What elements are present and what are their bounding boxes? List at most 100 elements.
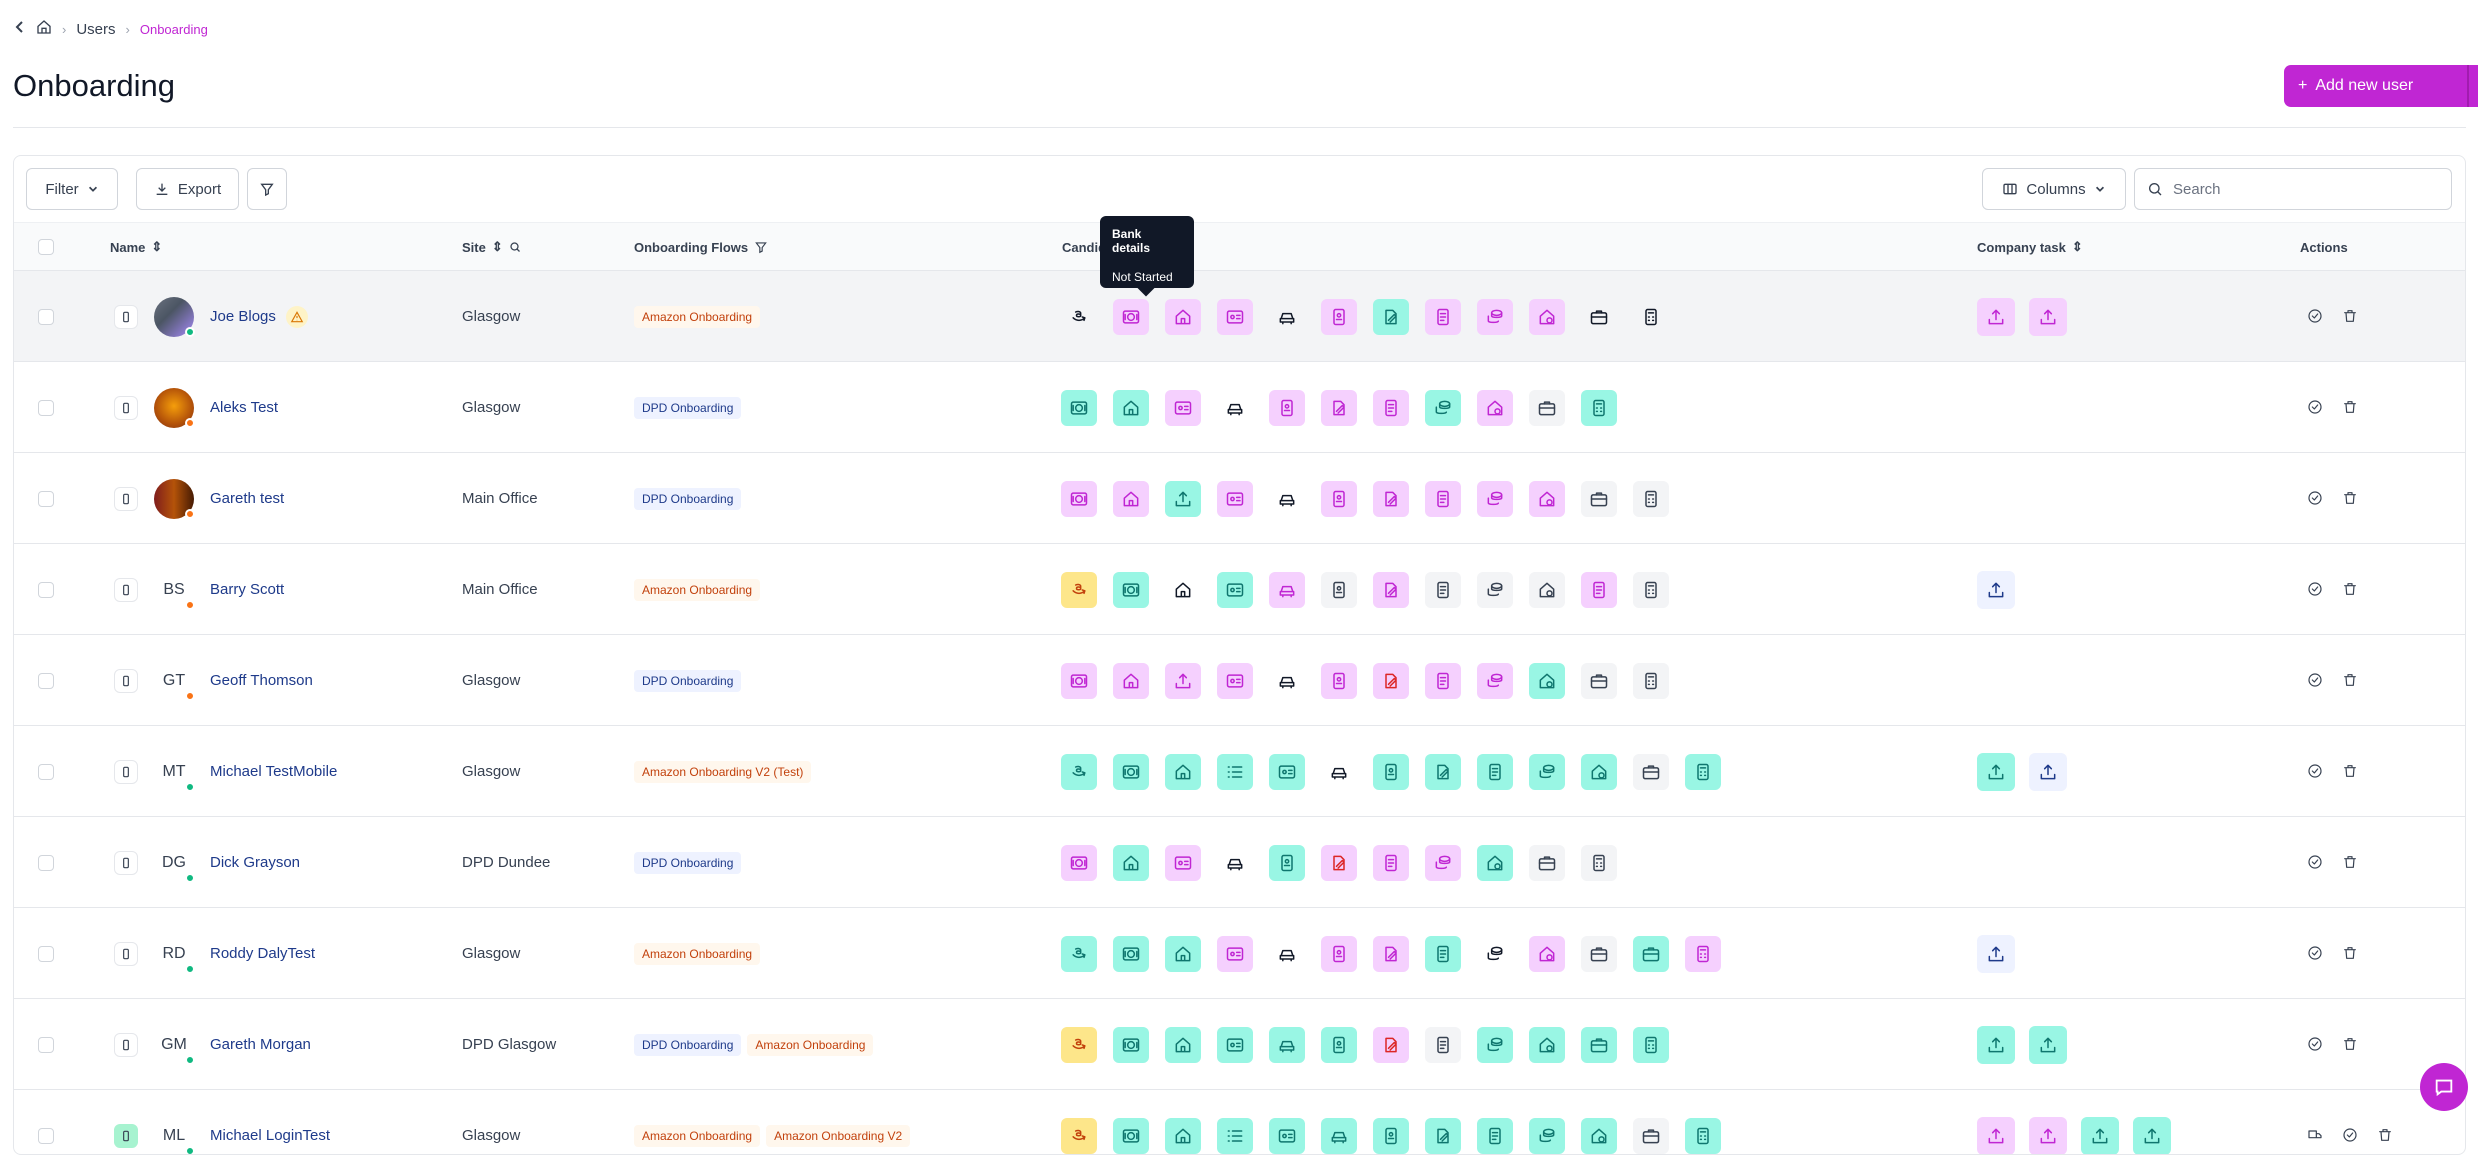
delete-icon[interactable] <box>2339 669 2361 691</box>
paper-task-icon[interactable] <box>1373 390 1409 426</box>
calc-task-icon[interactable] <box>1633 1027 1669 1063</box>
sort-icon[interactable]: ⇕ <box>151 239 162 255</box>
idcard-task-icon[interactable] <box>1217 299 1253 335</box>
sign-task-icon[interactable] <box>1373 572 1409 608</box>
coins-task-icon[interactable] <box>1425 390 1461 426</box>
idcard-task-icon[interactable] <box>1165 845 1201 881</box>
calc-task-icon[interactable] <box>1685 1118 1721 1154</box>
house2-task-icon[interactable] <box>1529 572 1565 608</box>
bank-task-icon[interactable] <box>1113 572 1149 608</box>
row-checkbox[interactable] <box>38 855 54 871</box>
brief-task-icon[interactable] <box>1581 299 1617 335</box>
home-task-icon[interactable] <box>1165 936 1201 972</box>
row-checkbox[interactable] <box>38 946 54 962</box>
bank-task-icon[interactable] <box>1061 845 1097 881</box>
add-new-user-button[interactable]: + Add new user <box>2284 65 2467 107</box>
coins-task-icon[interactable] <box>1477 1027 1513 1063</box>
upload-task-icon[interactable] <box>1977 1026 2015 1064</box>
column-name[interactable]: Name⇕ <box>110 223 162 271</box>
back-icon[interactable] <box>14 20 26 38</box>
advanced-filter-button[interactable] <box>247 168 287 210</box>
car-task-icon[interactable] <box>1269 1027 1305 1063</box>
paper-task-icon[interactable] <box>1425 663 1461 699</box>
amazon-task-icon[interactable] <box>1061 572 1097 608</box>
car-task-icon[interactable] <box>1217 390 1253 426</box>
table-row[interactable]: DG Dick Grayson DPD DundeeDPD Onboarding <box>14 816 2465 907</box>
home-task-icon[interactable] <box>1113 481 1149 517</box>
user-name-link[interactable]: Dick Grayson <box>210 854 300 871</box>
idcard-task-icon[interactable] <box>1217 481 1253 517</box>
delete-icon[interactable] <box>2339 578 2361 600</box>
sign-task-icon[interactable] <box>1373 936 1409 972</box>
calc-task-icon[interactable] <box>1685 754 1721 790</box>
idcard-task-icon[interactable] <box>1217 572 1253 608</box>
table-row[interactable]: GT Geoff Thomson GlasgowDPD Onboarding <box>14 634 2465 725</box>
user-name-link[interactable]: Barry Scott <box>210 581 284 598</box>
row-checkbox[interactable] <box>38 1128 54 1144</box>
user-name-link[interactable]: Gareth test <box>210 490 284 507</box>
delete-icon[interactable] <box>2339 1033 2361 1055</box>
calc-task-icon[interactable] <box>1633 299 1669 335</box>
user-name-link[interactable]: Geoff Thomson <box>210 672 313 689</box>
approve-icon[interactable] <box>2304 851 2326 873</box>
car-task-icon[interactable] <box>1217 845 1253 881</box>
coins-task-icon[interactable] <box>1477 663 1513 699</box>
table-row[interactable]: ML Michael LoginTest GlasgowAmazon Onboa… <box>14 1089 2465 1155</box>
approve-icon[interactable] <box>2304 942 2326 964</box>
house2-task-icon[interactable] <box>1529 936 1565 972</box>
car-task-icon[interactable] <box>1321 754 1357 790</box>
amazon-task-icon[interactable] <box>1061 1118 1097 1154</box>
row-checkbox[interactable] <box>38 309 54 325</box>
table-row[interactable]: MT Michael TestMobile GlasgowAmazon Onbo… <box>14 725 2465 816</box>
bank-task-icon[interactable] <box>1113 936 1149 972</box>
add-user-menu-button[interactable] <box>2469 65 2478 107</box>
paper-task-icon[interactable] <box>1425 1027 1461 1063</box>
car-task-icon[interactable] <box>1269 572 1305 608</box>
breadcrumb-users[interactable]: Users <box>76 21 115 38</box>
delete-icon[interactable] <box>2339 305 2361 327</box>
sign-task-icon[interactable] <box>1425 754 1461 790</box>
list-task-icon[interactable] <box>1217 1118 1253 1154</box>
coins-task-icon[interactable] <box>1529 1118 1565 1154</box>
home-task-icon[interactable] <box>1165 1027 1201 1063</box>
house2-task-icon[interactable] <box>1477 845 1513 881</box>
car-task-icon[interactable] <box>1269 936 1305 972</box>
brief-task-icon[interactable] <box>1633 936 1669 972</box>
user-name-link[interactable]: Roddy DalyTest <box>210 945 315 962</box>
idcard-task-icon[interactable] <box>1269 754 1305 790</box>
amazon-task-icon[interactable] <box>1061 1027 1097 1063</box>
upload-task-icon[interactable] <box>2133 1117 2171 1155</box>
column-company-task[interactable]: Company task⇕ <box>1977 223 2083 271</box>
bank-task-icon[interactable] <box>1113 1027 1149 1063</box>
paper-task-icon[interactable] <box>1425 481 1461 517</box>
sort-icon[interactable]: ⇕ <box>2072 239 2083 255</box>
table-row[interactable]: RD Roddy DalyTest GlasgowAmazon Onboardi… <box>14 907 2465 998</box>
column-onboarding-flows[interactable]: Onboarding Flows <box>634 223 768 271</box>
doc-task-icon[interactable] <box>1321 1027 1357 1063</box>
upload-task-icon[interactable] <box>1165 663 1201 699</box>
sign-task-icon[interactable] <box>1373 481 1409 517</box>
brief-task-icon[interactable] <box>1633 1118 1669 1154</box>
coins-task-icon[interactable] <box>1477 572 1513 608</box>
bank-task-icon[interactable] <box>1113 754 1149 790</box>
approve-icon[interactable] <box>2304 669 2326 691</box>
brief-task-icon[interactable] <box>1581 936 1617 972</box>
table-row[interactable]: Joe Blogs GlasgowAmazon Onboarding <box>14 270 2465 361</box>
user-name-link[interactable]: Michael TestMobile <box>210 763 337 780</box>
doc-task-icon[interactable] <box>1321 572 1357 608</box>
table-row[interactable]: Gareth test Main OfficeDPD Onboarding <box>14 452 2465 543</box>
brief-task-icon[interactable] <box>1529 390 1565 426</box>
home-task-icon[interactable] <box>1113 390 1149 426</box>
approve-icon[interactable] <box>2304 396 2326 418</box>
filter-button[interactable]: Filter <box>26 168 118 210</box>
coins-task-icon[interactable] <box>1425 845 1461 881</box>
idcard-task-icon[interactable] <box>1165 390 1201 426</box>
approve-icon[interactable] <box>2304 1033 2326 1055</box>
paper-task-icon[interactable] <box>1425 572 1461 608</box>
bank-task-icon[interactable] <box>1113 1118 1149 1154</box>
bank-task-icon[interactable] <box>1061 481 1097 517</box>
car-task-icon[interactable] <box>1269 663 1305 699</box>
row-checkbox[interactable] <box>38 764 54 780</box>
upload-task-icon[interactable] <box>2081 1117 2119 1155</box>
car-task-icon[interactable] <box>1269 299 1305 335</box>
